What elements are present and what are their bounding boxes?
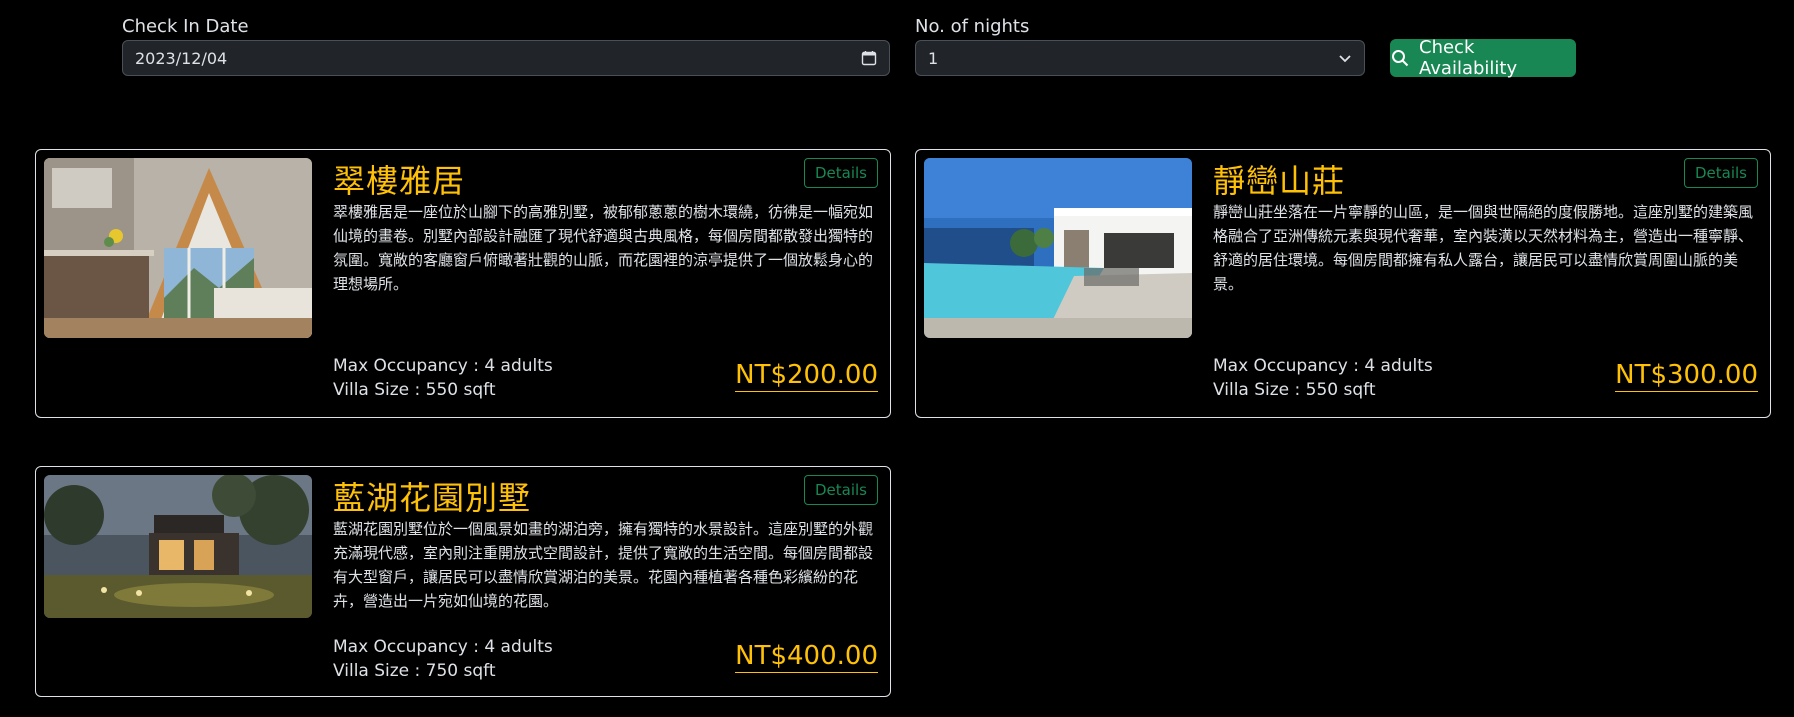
villa-title: 靜巒山莊: [1213, 162, 1346, 200]
villa-size: Villa Size : 550 sqft: [1213, 380, 1376, 400]
villa-price: NT$200.00: [735, 360, 878, 392]
villa-occupancy: Max Occupancy : 4 adults: [1213, 356, 1433, 376]
villa-occupancy: Max Occupancy : 4 adults: [333, 637, 553, 657]
villa-card: 靜巒山莊 Details 靜巒山莊坐落在一片寧靜的山區，是一個與世隔絕的度假勝地…: [915, 149, 1771, 418]
villa-image: [924, 158, 1192, 338]
check-availability-button[interactable]: Check Availability: [1390, 37, 1576, 79]
villa-description: 藍湖花園別墅位於一個風景如畫的湖泊旁，擁有獨特的水景設計。這座別墅的外觀充滿現代…: [333, 520, 874, 610]
nights-label: No. of nights: [915, 16, 1030, 37]
villa-card: 翠樓雅居 Details 翠樓雅居是一座位於山腳下的高雅別墅，被郁郁蔥蔥的樹木環…: [35, 149, 891, 418]
villa-title: 藍湖花園別墅: [333, 479, 532, 517]
villa-size: Villa Size : 750 sqft: [333, 661, 496, 681]
checkin-label: Check In Date: [122, 16, 249, 37]
chevron-down-icon: [1338, 51, 1352, 65]
villa-title: 翠樓雅居: [333, 162, 466, 200]
nights-value: 1: [928, 48, 939, 68]
villa-size: Villa Size : 550 sqft: [333, 380, 496, 400]
villa-meta: Max Occupancy : 4 adults Villa Size : 75…: [333, 635, 553, 683]
villa-description: 翠樓雅居是一座位於山腳下的高雅別墅，被郁郁蔥蔥的樹木環繞，彷彿是一幅宛如仙境的畫…: [333, 203, 874, 293]
check-availability-label: Check Availability: [1419, 37, 1518, 79]
villa-meta: Max Occupancy : 4 adults Villa Size : 55…: [1213, 354, 1433, 402]
villa-price: NT$300.00: [1615, 360, 1758, 392]
details-button[interactable]: Details: [803, 475, 878, 505]
villa-meta: Max Occupancy : 4 adults Villa Size : 55…: [333, 354, 553, 402]
checkin-date-input[interactable]: 2023/12/04: [122, 40, 890, 76]
checkin-date-value: 2023/12/04: [135, 48, 228, 68]
villa-description: 靜巒山莊坐落在一片寧靜的山區，是一個與世隔絕的度假勝地。這座別墅的建築風格融合了…: [1213, 203, 1754, 293]
villa-price: NT$400.00: [735, 641, 878, 673]
details-button[interactable]: Details: [803, 158, 878, 188]
calendar-icon[interactable]: [861, 50, 877, 66]
search-icon: [1391, 49, 1409, 67]
villa-card: 藍湖花園別墅 Details 藍湖花園別墅位於一個風景如畫的湖泊旁，擁有獨特的水…: [35, 466, 891, 697]
villa-image: [44, 475, 312, 618]
villa-image: [44, 158, 312, 338]
details-button[interactable]: Details: [1683, 158, 1758, 188]
villa-occupancy: Max Occupancy : 4 adults: [333, 356, 553, 376]
nights-select[interactable]: 1: [915, 40, 1365, 76]
